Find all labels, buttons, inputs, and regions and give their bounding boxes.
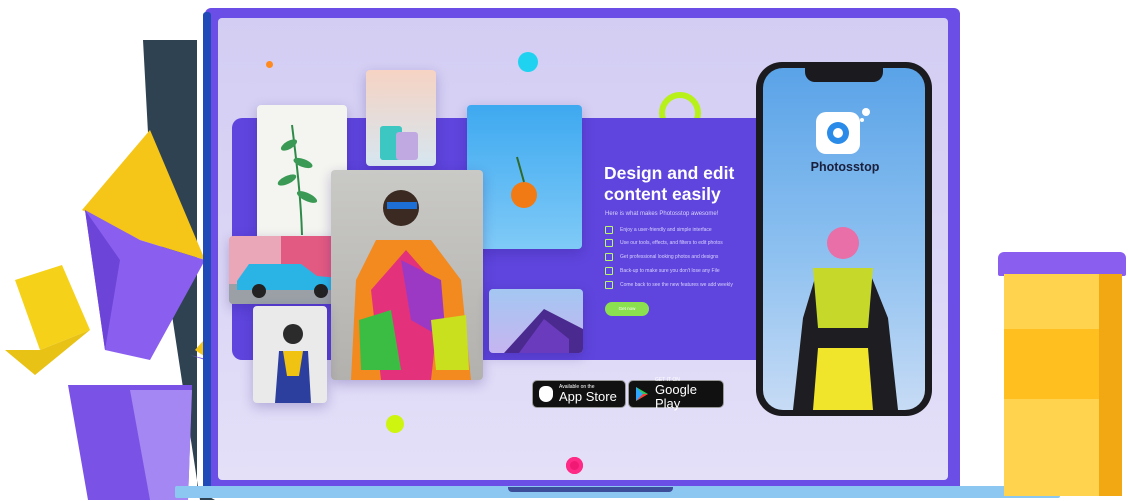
feature-item: Use our tools, effects, and filters to e…: [605, 238, 770, 247]
laptop-frame-edge: [203, 12, 211, 490]
check-icon: [605, 225, 613, 234]
subheadline: Here is what makes Photosstop awesome!: [605, 211, 719, 217]
pink-dot: [566, 457, 583, 474]
architecture-photo-card: [489, 289, 583, 353]
portrait-photo-card: [331, 170, 483, 380]
app-store-button[interactable]: Available on the App Store: [532, 380, 626, 408]
phone-app-name: Photosstop: [810, 160, 880, 174]
check-icon: [605, 252, 613, 261]
orange-dot: [266, 61, 273, 68]
google-play-icon: [636, 387, 648, 401]
check-icon: [605, 266, 613, 275]
laptop-base-notch: [508, 487, 673, 492]
feature-item: Come back to see the new features we add…: [605, 280, 770, 289]
get-now-button[interactable]: Get now: [605, 302, 649, 316]
feature-item: Get professional looking photos and desi…: [605, 252, 770, 261]
lime-dot: [386, 415, 404, 433]
plant-illustration: [5, 40, 230, 500]
camera-app-icon: [816, 108, 872, 158]
cyan-dot: [518, 52, 538, 72]
phone-notch: [805, 66, 883, 82]
orange-photo-card: [467, 105, 582, 249]
coffee-cup: [1004, 274, 1122, 496]
figure-photo-card: [253, 306, 327, 403]
apple-icon: [539, 386, 553, 402]
feature-item: Enjoy a user-friendly and simple interfa…: [605, 225, 770, 234]
car-photo-card: [229, 236, 345, 304]
feature-item: Back-up to make sure you don't lose any …: [605, 266, 770, 275]
check-icon: [605, 280, 613, 289]
google-play-button[interactable]: GET IT ON Google Play: [628, 377, 724, 411]
headline: Design and edit content easily: [604, 163, 735, 204]
product-photo-card: [366, 70, 436, 166]
cup-lid: [998, 252, 1126, 276]
check-icon: [605, 238, 613, 247]
